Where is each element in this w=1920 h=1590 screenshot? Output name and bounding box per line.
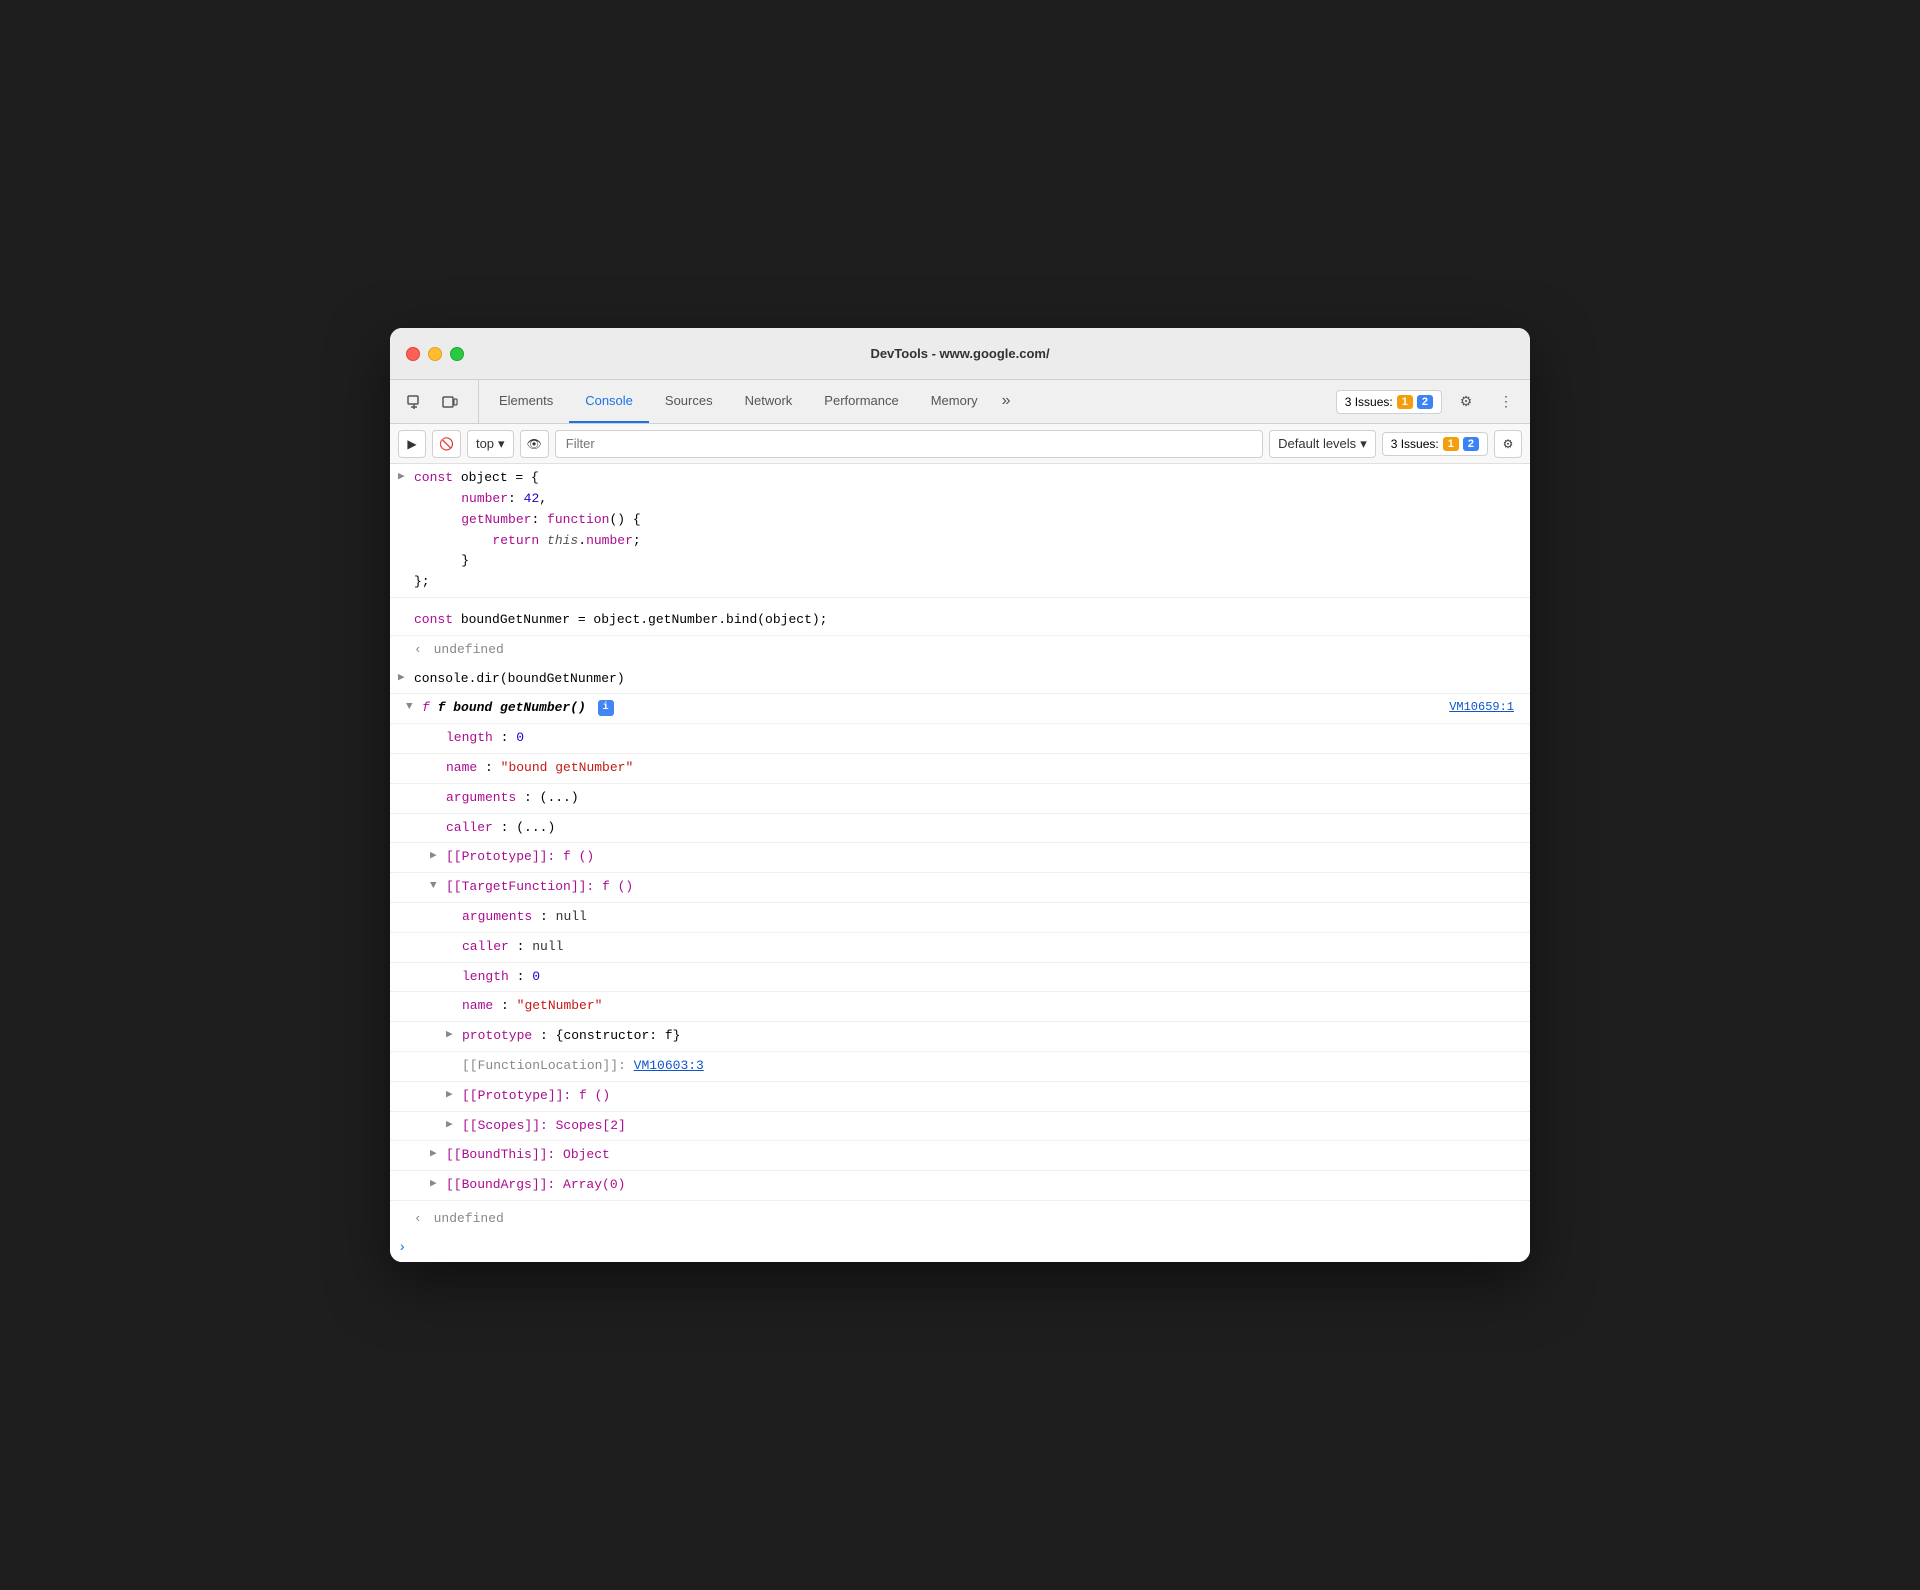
prop-arguments: arguments : (...)	[390, 784, 1530, 814]
tabbar: Elements Console Sources Network Perform…	[390, 380, 1530, 424]
titlebar: DevTools - www.google.com/	[390, 328, 1530, 380]
fn-location-link[interactable]: VM10603:3	[634, 1058, 704, 1073]
toolbar-warn-badge: 1	[1443, 437, 1459, 451]
issues-badge[interactable]: 3 Issues: 1 2	[1336, 390, 1442, 414]
window-title: DevTools - www.google.com/	[870, 346, 1049, 361]
collapse-target-icon[interactable]	[430, 878, 437, 896]
bound-fn-header: f f bound getNumber() i VM10659:1	[390, 694, 1530, 724]
collapse-fn-icon[interactable]	[406, 699, 413, 717]
toolbar-issues[interactable]: 3 Issues: 1 2	[1382, 432, 1488, 456]
console-entry-2: const boundGetNunmer = object.getNumber.…	[390, 598, 1530, 636]
tab-performance[interactable]: Performance	[808, 380, 914, 423]
device-toolbar-button[interactable]	[434, 386, 466, 418]
console-prompt[interactable]: ›	[390, 1234, 1530, 1262]
tf-prototype: prototype : {constructor: f}	[390, 1022, 1530, 1052]
filter-input[interactable]	[555, 430, 1263, 458]
bound-this: [[BoundThis]]: Object	[390, 1141, 1530, 1171]
tf-name: name : "getNumber"	[390, 992, 1530, 1022]
tab-memory[interactable]: Memory	[915, 380, 994, 423]
prop-name: name : "bound getNumber"	[390, 754, 1530, 784]
console-settings-button[interactable]: ⚙	[1494, 430, 1522, 458]
tabbar-actions: 3 Issues: 1 2 ⚙ ⋮	[1336, 380, 1522, 423]
tab-sources[interactable]: Sources	[649, 380, 729, 423]
prop-prototype: [[Prototype]]: f ()	[390, 843, 1530, 873]
expand-bound-this-icon[interactable]	[430, 1146, 437, 1164]
expand-icon-1[interactable]	[398, 469, 405, 487]
console-output: const object = { number: 42, getNumber: …	[390, 464, 1530, 1262]
console-entry-3: console.dir(boundGetNunmer)	[390, 665, 1530, 695]
clear-console-button[interactable]: ▶	[398, 430, 426, 458]
eye-button[interactable]: 👁	[520, 430, 549, 458]
devtools-tools	[398, 380, 479, 423]
prop-target-fn: [[TargetFunction]]: f ()	[390, 873, 1530, 903]
expand-proto-icon[interactable]	[430, 848, 437, 866]
console-toolbar: ▶ 🚫 top ▾ 👁 Default levels ▾ 3 Issues: 1…	[390, 424, 1530, 464]
bound-args: [[BoundArgs]]: Array(0)	[390, 1171, 1530, 1201]
maximize-button[interactable]	[450, 347, 464, 361]
console-entry-1: const object = { number: 42, getNumber: …	[390, 464, 1530, 598]
toolbar-info-badge: 2	[1463, 437, 1479, 451]
undefined-1: ‹ undefined	[390, 636, 1530, 665]
prop-caller: caller : (...)	[390, 814, 1530, 844]
more-options-button[interactable]: ⋮	[1490, 386, 1522, 418]
traffic-lights	[406, 347, 464, 361]
tf-arguments: arguments : null	[390, 903, 1530, 933]
expand-bound-args-icon[interactable]	[430, 1176, 437, 1194]
minimize-button[interactable]	[428, 347, 442, 361]
tf-proto-nested: [[Prototype]]: f ()	[390, 1082, 1530, 1112]
info-badge: 2	[1417, 395, 1433, 409]
warn-badge: 1	[1397, 395, 1413, 409]
info-icon: i	[598, 700, 614, 716]
tf-length: length : 0	[390, 963, 1530, 993]
devtools-window: DevTools - www.google.com/ Elements	[390, 328, 1530, 1262]
default-levels-dropdown[interactable]: Default levels ▾	[1269, 430, 1376, 458]
prop-length: length : 0	[390, 724, 1530, 754]
tab-console[interactable]: Console	[569, 380, 649, 423]
undefined-2: ‹ undefined	[390, 1205, 1530, 1234]
fn-location: [[FunctionLocation]]: VM10603:3	[390, 1052, 1530, 1082]
settings-button[interactable]: ⚙	[1450, 386, 1482, 418]
tf-caller: caller : null	[390, 933, 1530, 963]
tab-elements[interactable]: Elements	[483, 380, 569, 423]
close-button[interactable]	[406, 347, 420, 361]
expand-scopes-icon[interactable]	[446, 1117, 453, 1135]
tab-network[interactable]: Network	[729, 380, 809, 423]
inspect-element-button[interactable]	[398, 386, 430, 418]
tf-scopes: [[Scopes]]: Scopes[2]	[390, 1112, 1530, 1142]
stop-button[interactable]: 🚫	[432, 430, 461, 458]
vm-link-1[interactable]: VM10659:1	[1449, 698, 1514, 717]
tab-more[interactable]: »	[994, 380, 1019, 423]
context-selector[interactable]: top ▾	[467, 430, 514, 458]
expand-icon-3[interactable]	[398, 670, 405, 688]
expand-tf-proto-icon[interactable]	[446, 1027, 453, 1045]
expand-tf-proto2-icon[interactable]	[446, 1087, 453, 1105]
